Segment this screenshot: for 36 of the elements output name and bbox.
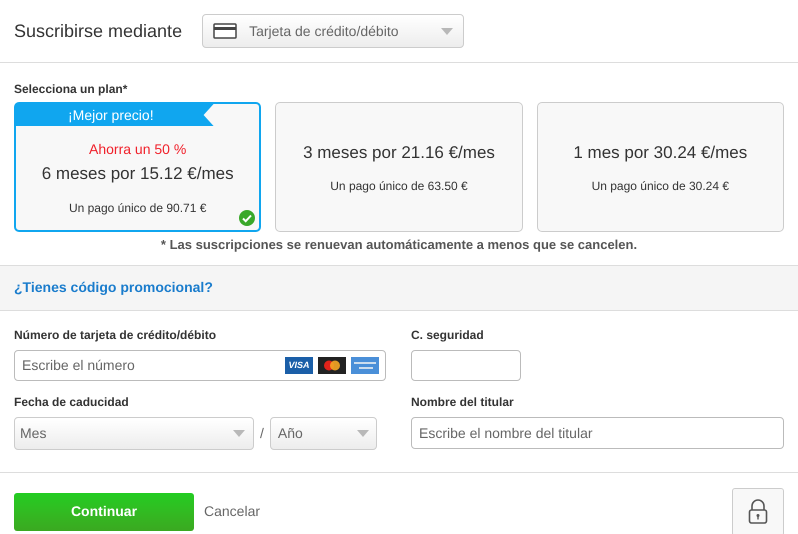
- security-code-field[interactable]: [411, 350, 521, 380]
- credit-card-icon: [213, 23, 238, 39]
- month-dropdown[interactable]: Mes: [14, 416, 254, 450]
- plan-total: Un pago único de 90.71 €: [68, 200, 206, 217]
- mastercard-icon: [318, 356, 346, 374]
- caret-icon: [441, 28, 454, 34]
- year-dropdown[interactable]: Año: [270, 416, 377, 450]
- plan-label: Selecciona un plan*: [14, 81, 128, 98]
- security-code-label: C. seguridad: [411, 326, 485, 344]
- expiry-label: Fecha de caducidad: [14, 394, 130, 410]
- lock-icon: [748, 498, 768, 524]
- caret-icon: [356, 430, 369, 436]
- best-price-ribbon: ¡Mejor precio!: [16, 104, 214, 126]
- plan-card[interactable]: 1 mes por 30.24 €/mes Un pago único de 30.24 €: [536, 102, 784, 232]
- promo-code-link[interactable]: ¿Tienes código promocional?: [14, 277, 213, 298]
- card-number-label: Número de tarjeta de crédito/débito: [14, 326, 218, 344]
- date-separator: /: [260, 424, 264, 442]
- visa-logo: VISA: [285, 356, 313, 374]
- saving-text: Ahorra un 50 %: [89, 140, 186, 160]
- holder-name-field[interactable]: Escribe el nombre del titular: [411, 416, 784, 448]
- amex-icon: [351, 356, 379, 374]
- plan-total: Un pago único de 30.24 €: [592, 178, 730, 196]
- renewal-note: * Las suscripciones se renuevan automáticamente a menos que se cancelen.: [160, 236, 638, 254]
- plan-price: 6 meses por 15.12 €/mes: [42, 163, 234, 186]
- plan-card[interactable]: 3 meses por 21.16 €/mes Un pago único de 63.50 €: [275, 102, 523, 232]
- holder-name-label: Nombre del titular: [411, 394, 515, 410]
- cancel-link[interactable]: Cancelar: [204, 501, 260, 522]
- caret-icon: [233, 430, 245, 436]
- payment-method-dropdown[interactable]: Tarjeta de crédito/débito: [202, 14, 464, 48]
- lock-button[interactable]: [732, 488, 784, 534]
- plan-card[interactable]: ¡Mejor precio! Ahorra un 50 % 6 meses por 15.12 €/mes Un pago único de 90.71 €: [14, 102, 262, 232]
- plan-price: 1 mes por 30.24 €/mes: [573, 142, 748, 164]
- plan-price: 3 meses por 21.16 €/mes: [303, 142, 495, 164]
- subscribe-label: Suscribirse mediante: [14, 20, 182, 42]
- plan-total: Un pago único de 63.50 €: [330, 178, 468, 196]
- check-icon: [239, 210, 256, 226]
